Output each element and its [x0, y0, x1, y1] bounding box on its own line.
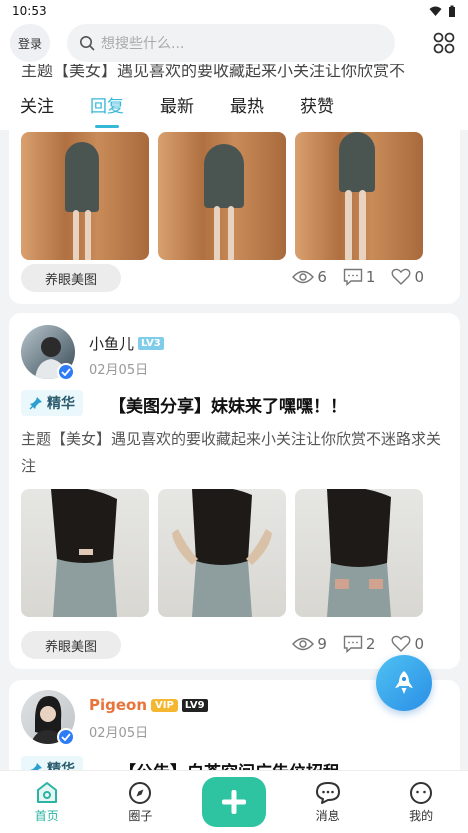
pin-icon [29, 397, 42, 410]
view-count: 9 [292, 635, 327, 653]
like-count[interactable]: 0 [391, 635, 424, 653]
post-card[interactable]: 小鱼儿 LV3 02月05日 精华 【美图分享】妹妹来了嘿嘿！！ 主题【美女】遇… [9, 313, 460, 669]
post-image[interactable] [295, 489, 423, 617]
comment-icon [343, 635, 363, 653]
add-post-button[interactable] [201, 777, 266, 827]
plus-icon [221, 790, 246, 814]
nav-home[interactable]: 首页 [0, 771, 94, 833]
heart-icon [391, 268, 411, 285]
battery-icon [449, 5, 455, 17]
level-badge: LV3 [138, 337, 164, 350]
eye-icon [292, 270, 315, 284]
vip-badge: VIP [151, 698, 178, 712]
post-date: 02月05日 [89, 363, 149, 378]
grid-icon [433, 32, 455, 54]
compass-icon [129, 782, 152, 804]
comment-count[interactable]: 1 [343, 268, 375, 286]
heart-icon [391, 635, 411, 652]
status-bar: 10:53 [0, 0, 468, 22]
tab-latest[interactable]: 最新 [160, 82, 194, 130]
featured-badge: 精华 [21, 390, 83, 416]
post-date: 02月05日 [89, 726, 149, 741]
topic-tag[interactable]: 养眼美图 [21, 264, 122, 292]
eye-icon [292, 637, 315, 651]
post-images [21, 132, 423, 260]
pin-icon [30, 763, 42, 770]
verified-badge-icon [57, 728, 75, 746]
publish-fab[interactable] [376, 655, 432, 711]
level-badge: LV9 [181, 698, 208, 712]
rocket-icon [395, 671, 413, 694]
post-image[interactable] [295, 132, 423, 260]
username[interactable]: 小鱼儿 [89, 333, 134, 354]
nav-profile[interactable]: 我的 [374, 771, 468, 833]
post-title[interactable]: 【公告】白茶空间广告位招租 [119, 758, 340, 770]
tab-hottest[interactable]: 最热 [230, 82, 264, 130]
tab-liked[interactable]: 获赞 [300, 82, 334, 130]
comment-icon [343, 268, 363, 286]
bottom-nav: 首页 圈子 消息 我的 [0, 770, 468, 833]
verified-badge-icon [57, 363, 75, 381]
message-icon [315, 782, 340, 804]
post-body[interactable]: 主题【美女】遇见喜欢的要收藏起来小关注让你欣赏不迷路求关注 [21, 426, 451, 480]
like-count[interactable]: 0 [391, 268, 424, 286]
topic-tag[interactable]: 养眼美图 [21, 631, 122, 659]
profile-icon [410, 782, 433, 804]
home-icon [36, 782, 57, 803]
tab-reply[interactable]: 回复 [90, 82, 124, 130]
tab-follow[interactable]: 关注 [20, 82, 54, 130]
post-title[interactable]: 【美图分享】妹妹来了嘿嘿！！ [109, 392, 347, 417]
status-time: 10:53 [12, 4, 47, 18]
post-image[interactable] [158, 489, 286, 617]
post-images [21, 489, 423, 617]
nav-post[interactable] [187, 771, 281, 833]
post-image[interactable] [21, 132, 149, 260]
nav-messages[interactable]: 消息 [281, 771, 375, 833]
scrolled-post-text: 主题【美女】遇见喜欢的要收藏起来小关注让你欣赏不 [0, 64, 468, 82]
search-icon [80, 36, 95, 51]
nav-circle[interactable]: 圈子 [94, 771, 188, 833]
post-image[interactable] [21, 489, 149, 617]
apps-button[interactable] [430, 29, 458, 57]
username[interactable]: Pigeon [89, 696, 147, 714]
comment-count[interactable]: 2 [343, 635, 375, 653]
feed-tabs: 关注 回复 最新 最热 获赞 [0, 82, 468, 130]
top-bar: 登录 想搜些什么... [0, 22, 468, 64]
view-count: 6 [292, 268, 327, 286]
search-placeholder: 想搜些什么... [101, 36, 185, 52]
search-bar[interactable]: 想搜些什么... [67, 24, 395, 62]
post-image[interactable] [158, 132, 286, 260]
post-card[interactable]: 养眼美图 6 1 0 [9, 130, 460, 304]
wifi-icon [429, 6, 442, 16]
featured-badge: 精华 [21, 756, 83, 770]
login-button[interactable]: 登录 [10, 24, 50, 62]
